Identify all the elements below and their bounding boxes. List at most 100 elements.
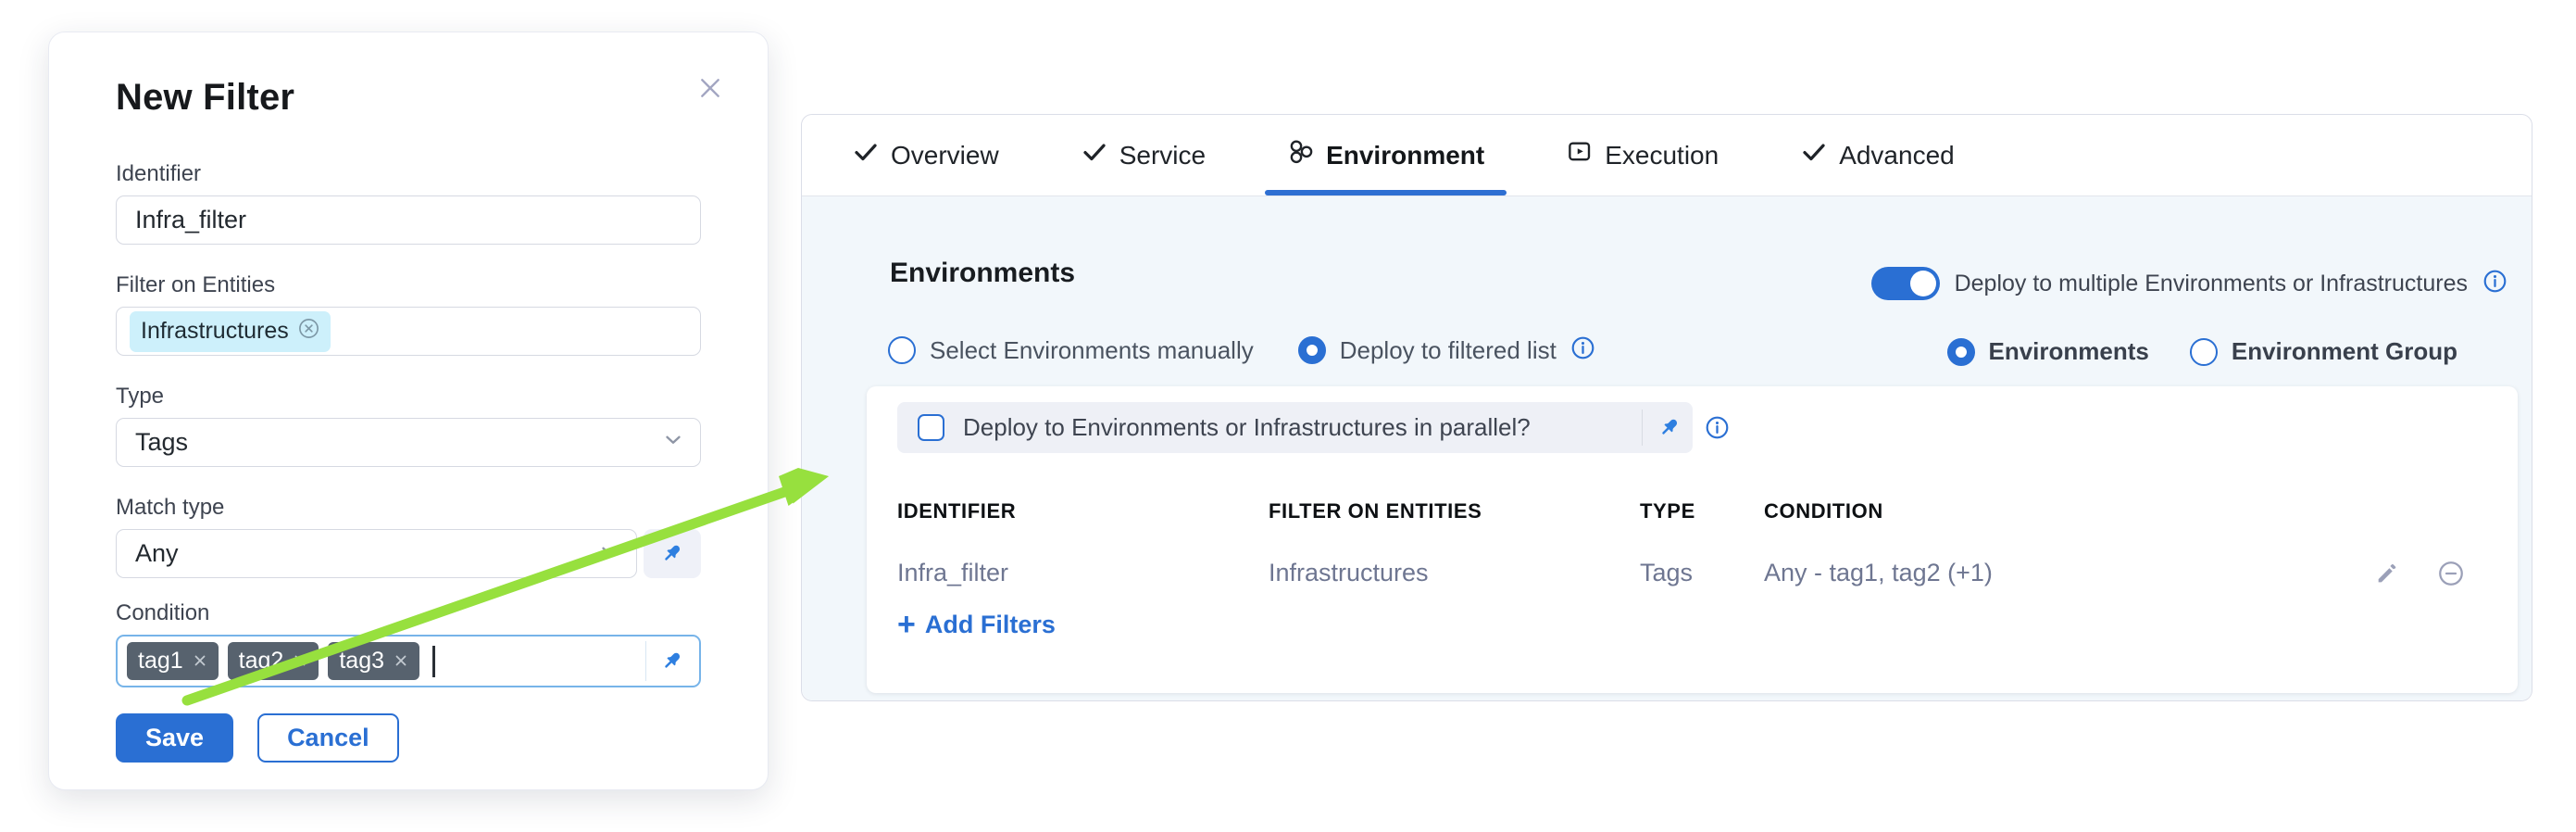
radio-environment-group[interactable]: Environment Group [2190, 337, 2457, 366]
tab-label: Overview [891, 141, 999, 170]
cell-identifier: Infra_filter [897, 559, 1269, 587]
column-header: IDENTIFIER [897, 499, 1269, 523]
remove-tag-icon[interactable] [193, 648, 207, 674]
match-type-label: Match type [116, 495, 701, 521]
check-icon [1081, 138, 1108, 172]
toggle-knob [1910, 271, 1936, 296]
filters-table: IDENTIFIER FILTER ON ENTITIES TYPE CONDI… [897, 499, 2481, 587]
pin-icon[interactable] [645, 641, 699, 681]
add-filters-button[interactable]: + Add Filters [897, 609, 1056, 640]
environment-mode-options: Select Environments manually Deploy to f… [888, 335, 1595, 365]
radio-icon[interactable] [1947, 338, 1975, 366]
type-label: Type [116, 384, 701, 410]
environment-target-options: Environments Environment Group [1947, 337, 2458, 366]
filters-table-header-row: IDENTIFIER FILTER ON ENTITIES TYPE CONDI… [897, 499, 2481, 523]
radio-icon[interactable] [2190, 338, 2218, 366]
stage-tabbar: Overview Service Environment Execution [802, 115, 2532, 196]
cancel-button[interactable]: Cancel [257, 713, 399, 763]
tab-environment[interactable]: Environment [1263, 115, 1508, 195]
edit-filter-button[interactable] [2352, 561, 2421, 586]
tab-label: Service [1119, 141, 1206, 170]
cell-condition: Any - tag1, tag2 (+1) [1764, 559, 2352, 587]
check-icon [1800, 138, 1828, 172]
radio-icon[interactable] [1298, 336, 1326, 364]
identifier-label: Identifier [116, 161, 701, 187]
column-header: TYPE [1640, 499, 1764, 523]
tab-label: Advanced [1839, 141, 1955, 170]
modal-actions: Save Cancel [116, 713, 701, 763]
close-icon[interactable] [694, 71, 727, 105]
radio-label: Deploy to filtered list [1340, 336, 1557, 365]
save-button[interactable]: Save [116, 713, 233, 763]
match-type-select[interactable]: Any [116, 529, 637, 578]
pipeline-stage-panel: Overview Service Environment Execution [801, 114, 2532, 701]
screenshot-canvas: Overview Service Environment Execution [0, 0, 2576, 832]
radio-select-environments-manually[interactable]: Select Environments manually [888, 336, 1254, 365]
tab-execution[interactable]: Execution [1542, 115, 1743, 195]
environment-icon [1287, 138, 1315, 172]
table-row: Infra_filter Infrastructures Tags Any - … [897, 559, 2481, 587]
tab-label: Environment [1326, 141, 1484, 170]
plus-icon: + [897, 609, 916, 640]
filters-card: Deploy to Environments or Infrastructure… [867, 386, 2518, 693]
deploy-multiple-toggle-row: Deploy to multiple Environments or Infra… [1871, 267, 2507, 300]
new-filter-modal: New Filter Identifier Infra_filter Filte… [48, 32, 769, 790]
deploy-multiple-toggle[interactable] [1871, 267, 1940, 300]
cell-filter-on-entities: Infrastructures [1269, 559, 1640, 587]
radio-label: Environment Group [2232, 337, 2457, 366]
info-icon[interactable] [2482, 269, 2507, 298]
remove-filter-button[interactable] [2421, 560, 2481, 587]
tag-chip[interactable]: tag2 [228, 642, 319, 680]
tab-label: Execution [1605, 141, 1719, 170]
identifier-field[interactable]: Infra_filter [116, 195, 701, 245]
chevron-down-icon [661, 427, 685, 458]
radio-deploy-to-filtered-list[interactable]: Deploy to filtered list [1298, 335, 1595, 365]
divider [1642, 410, 1643, 446]
check-icon [852, 138, 880, 172]
remove-tag-icon[interactable] [394, 648, 408, 674]
filter-on-entities-field[interactable]: Infrastructures [116, 307, 701, 356]
toggle-label: Deploy to multiple Environments or Infra… [1955, 271, 2468, 297]
filter-on-entities-label: Filter on Entities [116, 272, 701, 298]
info-icon[interactable] [1570, 335, 1595, 365]
tag-chip-label: tag1 [138, 648, 183, 674]
match-type-value: Any [135, 539, 179, 568]
deploy-parallel-label: Deploy to Environments or Infrastructure… [963, 413, 1531, 442]
tab-overview[interactable]: Overview [828, 115, 1023, 195]
execution-icon [1566, 138, 1594, 172]
deploy-parallel-checkbox[interactable] [918, 414, 944, 441]
tag-chip[interactable]: tag1 [127, 642, 219, 680]
pin-icon[interactable] [644, 529, 701, 578]
tag-chip[interactable]: tag3 [328, 642, 419, 680]
radio-environments[interactable]: Environments [1947, 337, 2149, 366]
environment-tab-content: Environments Select Environments manuall… [802, 196, 2532, 700]
radio-icon[interactable] [888, 336, 916, 364]
text-cursor [432, 646, 435, 677]
tag-chip-label: tag3 [339, 648, 384, 674]
type-value: Tags [135, 428, 188, 457]
entity-chip[interactable]: Infrastructures [130, 311, 331, 352]
column-header: CONDITION [1764, 499, 2352, 523]
pin-icon[interactable] [1657, 402, 1682, 453]
identifier-value: Infra_filter [135, 206, 246, 234]
environments-heading: Environments [890, 258, 1075, 289]
tab-advanced[interactable]: Advanced [1776, 115, 1979, 195]
condition-tags-input[interactable]: tag1 tag2 tag3 [116, 635, 701, 687]
condition-label: Condition [116, 600, 701, 626]
entity-chip-label: Infrastructures [141, 318, 289, 345]
remove-entity-icon[interactable] [298, 318, 319, 346]
chevron-down-icon [597, 538, 621, 569]
modal-title: New Filter [116, 77, 701, 119]
remove-tag-icon[interactable] [293, 648, 307, 674]
type-select[interactable]: Tags [116, 418, 701, 467]
cell-type: Tags [1640, 559, 1764, 587]
tag-chip-label: tag2 [239, 648, 284, 674]
add-filters-label: Add Filters [925, 611, 1056, 639]
radio-label: Select Environments manually [930, 336, 1254, 365]
column-header: FILTER ON ENTITIES [1269, 499, 1640, 523]
info-icon[interactable] [1705, 415, 1730, 445]
match-type-row: Any [116, 529, 701, 578]
radio-label: Environments [1989, 337, 2149, 366]
tab-service[interactable]: Service [1057, 115, 1230, 195]
deploy-parallel-bar: Deploy to Environments or Infrastructure… [897, 402, 1693, 453]
